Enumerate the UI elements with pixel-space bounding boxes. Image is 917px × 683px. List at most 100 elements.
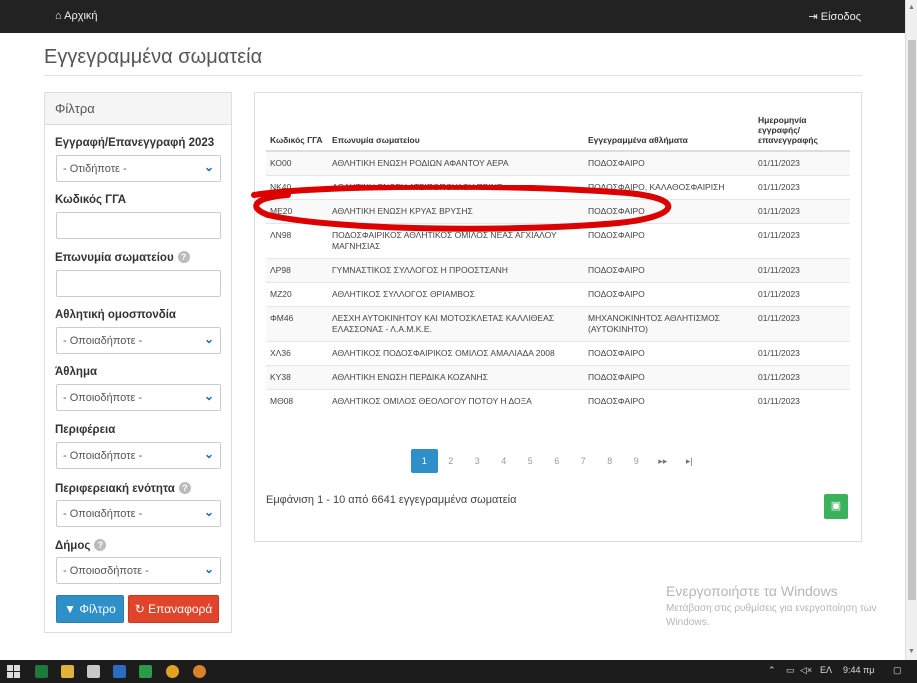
page-7-link[interactable]: 7 [570,449,597,473]
municipality-select[interactable]: - Οποιοσδήποτε - ⌄ [56,557,221,584]
cell-name: ΑΘΛΗΤΙΚΗ ΕΝΩΣΗ ΚΡΥΑΣ ΒΡΥΣΗΣ [328,199,584,224]
help-icon[interactable]: ? [178,482,191,494]
volume-muted-icon[interactable]: ◁× [800,665,812,676]
page-4-link[interactable]: 4 [491,449,518,473]
cell-code: ΜΕ20 [266,199,328,224]
region-select[interactable]: - Οποιαδήποτε - ⌄ [56,442,221,469]
chevron-down-icon: ⌄ [203,389,214,403]
clubs-table: Κωδικός ΓΓΑ Επωνυμία σωματείου Εγγεγραμμ… [266,105,850,413]
home-label: Αρχική [64,10,98,22]
chevron-down-icon: ⌄ [203,447,214,461]
help-icon[interactable]: ? [177,251,190,263]
chevron-down-icon: ⌄ [203,332,214,346]
page-3-link[interactable]: 3 [464,449,491,473]
cell-sports: ΠΟΔΟΣΦΑΙΡΟ [584,258,754,283]
help-icon[interactable]: ? [94,539,107,551]
sport-select[interactable]: - Οποιοδήποτε - ⌄ [56,384,221,411]
network-icon[interactable]: ▭ [786,665,795,676]
cell-code: ΜΖ20 [266,282,328,307]
cell-code: ΜΘ08 [266,389,328,413]
regional-unit-select[interactable]: - Οποιαδήποτε - ⌄ [56,500,221,527]
windows-taskbar: ⌃ ▭ ◁× ΕΛ 9:44 πμ ▢ [0,660,917,683]
page-9-link[interactable]: 9 [623,449,650,473]
club-name-label-text: Επωνυμία σωματείου [55,252,174,264]
login-link[interactable]: ⇥ Είσοδος [808,10,861,23]
reset-button-label: Επαναφορά [148,602,213,616]
cell-name: ΛΕΣΧΗ ΑΥΤΟΚΙΝΗΤΟΥ ΚΑΙ ΜΟΤΟΣΚΛΕΤΑΣ ΚΑΛΛΙΘ… [328,306,584,342]
vertical-scrollbar[interactable]: ▲ ▼ [905,0,917,660]
spreadsheet-app-icon[interactable] [139,665,152,678]
federation-select[interactable]: - Οποιαδήποτε - ⌄ [56,327,221,354]
notifications-icon[interactable]: ▢ [893,665,902,676]
browser-app-icon[interactable] [193,665,206,678]
reset-button[interactable]: ↻ Επαναφορά [128,595,219,623]
last-page-icon[interactable]: ▸| [676,449,703,473]
home-icon: ⌂ [55,10,62,22]
scroll-thumb[interactable] [908,40,916,600]
refresh-icon: ↻ [134,602,145,616]
cell-code: ΚΥ38 [266,365,328,390]
home-link[interactable]: ⌂ Αρχική [55,10,98,22]
cell-date: 01/11/2023 [754,341,850,366]
cell-date: 01/11/2023 [754,175,850,200]
club-name-input[interactable] [56,270,221,297]
municipality-label: Δήμος? [55,539,107,552]
table-row: ΛΝ98 ΠΟΔΟΣΦΑΙΡΙΚΟΣ ΑΘΛΗΤΙΚΟΣ ΟΜΙΛΟΣ ΝΕΑΣ … [266,223,850,259]
filter-button[interactable]: ▼ Φίλτρο [56,595,124,623]
page-title: Εγγεγραμμένα σωματεία [44,46,263,68]
sport-value: - Οποιοδήποτε - [63,392,142,404]
municipality-value: - Οποιοσδήποτε - [63,565,149,577]
table-row: ΚΟ00 ΑΘΛΗΤΙΚΗ ΕΝΩΣΗ ΡΟΔΙΩΝ ΑΦΑΝΤΟΥ ΑΕΡΑ ΠΟ… [266,150,850,176]
cell-sports: ΠΟΔΟΣΦΑΙΡΟ [584,341,754,366]
column-header-sports[interactable]: Εγγεγραμμένα αθλήματα [584,105,754,152]
cell-code: ΚΟ00 [266,150,328,176]
code-label: Κωδικός ΓΓΑ [55,194,127,206]
club-name-label: Επωνυμία σωματείου? [55,251,190,264]
next-page-icon[interactable]: ▸▸ [650,449,677,473]
windows-activation-watermark: Ενεργοποιήστε τα Windows Μετάβαση στις ρ… [666,583,886,630]
cell-code: ΛΝ98 [266,223,328,259]
scroll-up-icon[interactable]: ▲ [908,4,915,11]
column-header-code[interactable]: Κωδικός ΓΓΑ [266,105,328,152]
cell-date: 01/11/2023 [754,365,850,390]
word-app-icon[interactable] [113,665,126,678]
file-explorer-icon[interactable] [61,665,74,678]
title-divider [44,75,862,76]
code-input[interactable] [56,212,221,239]
cell-code: ΦΜ46 [266,306,328,342]
cell-name: ΑΘΛΗΤΙΚΟΣ ΣΥΛΛΟΓΟΣ ΘΡΙΑΜΒΟΣ [328,282,584,307]
excel-app-icon[interactable] [35,665,48,678]
cell-name: ΑΘΛΗΤΙΚΗ ΕΝΩΣΗ ΠΕΡΔΙΚΑ ΚΟΖΑΝΗΣ [328,365,584,390]
page-2-link[interactable]: 2 [438,449,465,473]
column-header-name[interactable]: Επωνυμία σωματείου [328,105,584,152]
page-8-link[interactable]: 8 [597,449,624,473]
chrome-app-icon[interactable] [166,665,179,678]
registration-select[interactable]: - Οτιδήποτε - ⌄ [56,155,221,182]
app-icon[interactable] [87,665,100,678]
export-excel-button[interactable]: ▣ [824,494,848,519]
registration-label: Εγγραφή/Επανεγγραφή 2023 [55,137,215,149]
cell-name: ΓΥΜΝΑΣΤΙΚΟΣ ΣΥΛΛΟΓΟΣ Η ΠΡΟΟΣΤΣΑΝΗ [328,258,584,283]
cell-date: 01/11/2023 [754,223,850,259]
column-header-date[interactable]: Ημερομηνία εγγραφής/ επανεγγραφής [754,105,850,152]
filters-panel: Φίλτρα Εγγραφή/Επανεγγραφή 2023 - Οτιδήπ… [44,92,232,633]
regional-unit-label: Περιφερειακή ενότητα? [55,482,191,495]
chevron-down-icon: ⌄ [203,160,214,174]
page-6-link[interactable]: 6 [544,449,571,473]
table-row: ΧΛ36 ΑΘΛΗΤΙΚΟΣ ΠΟΔΟΣΦΑΙΡΙΚΟΣ ΟΜΙΛΟΣ ΑΜΑΛΙ… [266,341,850,366]
table-row: ΚΥ38 ΑΘΛΗΤΙΚΗ ΕΝΩΣΗ ΠΕΡΔΙΚΑ ΚΟΖΑΝΗΣ ΠΟΔΟΣΦ… [266,365,850,390]
windows-start-icon[interactable] [7,665,20,678]
cell-sports: ΠΟΔΟΣΦΑΙΡΟ [584,389,754,413]
language-indicator[interactable]: ΕΛ [820,665,832,675]
cell-name: ΑΘΛΗΤΙΚΟΣ ΠΟΔΟΣΦΑΙΡΙΚΟΣ ΟΜΙΛΟΣ ΑΜΑΛΙΑΔΑ … [328,341,584,366]
registration-value: - Οτιδήποτε - [63,163,127,175]
scroll-down-icon[interactable]: ▼ [908,648,915,655]
tray-chevron-up-icon[interactable]: ⌃ [768,665,776,676]
regional-unit-label-text: Περιφερειακή ενότητα [55,483,175,495]
watermark-subtitle: Μετάβαση στις ρυθμίσεις για ενεργοποίηση… [666,603,877,628]
federation-value: - Οποιαδήποτε - [63,335,143,347]
table-row: ΝΚ40 ΑΘΛΗΤΙΚΗ ΕΝΩΣΗ ΑΤΣΙΠΟΠΟΥΛΟΥ-ΠΡΙΝΕ ΠΟΔ… [266,175,850,200]
page-1-link[interactable]: 1 [411,449,438,473]
page-5-link[interactable]: 5 [517,449,544,473]
clock[interactable]: 9:44 πμ [843,665,874,675]
